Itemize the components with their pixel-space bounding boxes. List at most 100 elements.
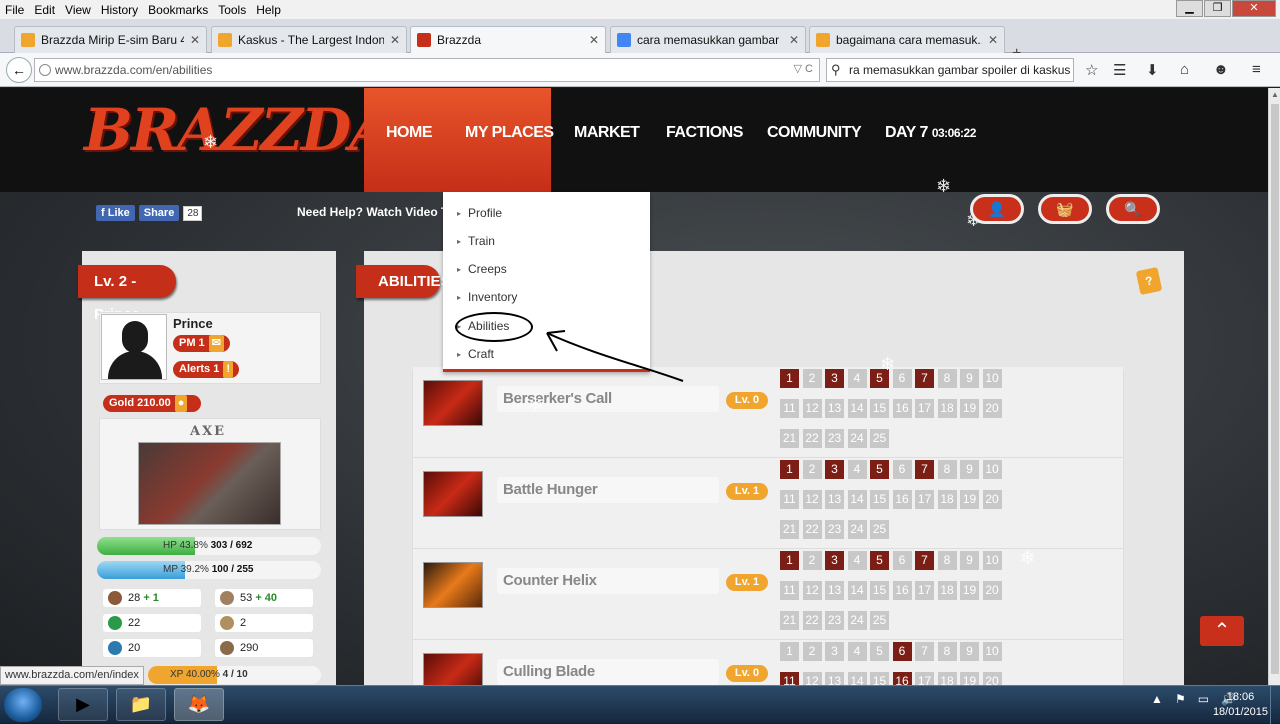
ability-level-cell[interactable]: 4 <box>847 369 867 388</box>
ability-level-cell[interactable]: 25 <box>870 520 889 539</box>
ability-level-cell[interactable]: 4 <box>847 551 867 570</box>
facebook-share-button[interactable]: Share <box>138 205 180 221</box>
ability-level-cell[interactable]: 22 <box>802 611 822 630</box>
ability-level-cell[interactable]: 6 <box>892 551 912 570</box>
nav-community[interactable]: COMMUNITY <box>767 124 862 142</box>
ability-level-cell[interactable]: 5 <box>870 460 889 479</box>
ability-level-cell[interactable]: 9 <box>960 642 979 661</box>
ability-icon[interactable] <box>423 471 483 517</box>
ability-level-cell[interactable]: 2 <box>802 369 822 388</box>
ability-level-cell[interactable]: 1 <box>780 369 799 388</box>
ability-level-cell[interactable]: 14 <box>847 581 867 600</box>
ability-level-cell[interactable]: 3 <box>825 460 844 479</box>
ability-name[interactable]: Counter Helix <box>497 568 719 594</box>
home-icon[interactable]: ⌂ <box>1180 61 1189 78</box>
dropdown-item-creeps[interactable]: Creeps <box>457 262 507 276</box>
ability-level-cell[interactable]: 7 <box>915 551 934 570</box>
ability-level-cell[interactable]: 17 <box>915 490 934 509</box>
ability-level-cell[interactable]: 24 <box>847 429 867 448</box>
ability-level-cell[interactable]: 19 <box>960 581 979 600</box>
ability-level-cell[interactable]: 9 <box>960 551 979 570</box>
ability-level-cell[interactable]: 2 <box>802 460 822 479</box>
ability-level-cell[interactable]: 16 <box>892 399 912 418</box>
clock[interactable]: 18:06 18/01/2015 <box>1213 690 1268 720</box>
ability-level-cell[interactable]: 2 <box>802 642 822 661</box>
network-icon[interactable]: ▭ <box>1198 692 1209 706</box>
ability-level-cell[interactable]: 1 <box>780 551 799 570</box>
ability-level-cell[interactable]: 18 <box>937 490 957 509</box>
ability-level-cell[interactable]: 14 <box>847 672 867 685</box>
ability-level-cell[interactable]: 20 <box>982 672 1002 685</box>
scroll-up-icon[interactable]: ▲ <box>1271 90 1279 99</box>
ability-icon[interactable] <box>423 562 483 608</box>
dropdown-item-inventory[interactable]: Inventory <box>457 290 517 304</box>
ability-level-cell[interactable]: 9 <box>960 369 979 388</box>
bookmark-star-icon[interactable]: ☆ <box>1085 61 1098 79</box>
ability-level-cell[interactable]: 13 <box>825 581 844 600</box>
nav-market[interactable]: MARKET <box>574 124 640 142</box>
tab-close-icon[interactable]: ✕ <box>190 33 200 47</box>
ability-level-cell[interactable]: 24 <box>847 611 867 630</box>
tab-close-icon[interactable]: ✕ <box>390 33 400 47</box>
ability-level-cell[interactable]: 12 <box>802 581 822 600</box>
scroll-to-top-button[interactable]: ⌃ <box>1200 616 1244 646</box>
ability-level-cell[interactable]: 16 <box>892 581 912 600</box>
nav-factions[interactable]: FACTIONS <box>666 124 743 142</box>
ability-level-cell[interactable]: 16 <box>892 672 912 685</box>
ability-level-cell[interactable]: 15 <box>870 399 889 418</box>
ability-level-cell[interactable]: 15 <box>870 581 889 600</box>
ability-name[interactable]: Battle Hunger <box>497 477 719 503</box>
ability-level-cell[interactable]: 19 <box>960 490 979 509</box>
ability-level-cell[interactable]: 6 <box>892 369 912 388</box>
ability-level-cell[interactable]: 17 <box>915 672 934 685</box>
tab-kaskus[interactable]: Kaskus - The Largest Indon... ✕ <box>211 26 407 53</box>
menu-bookmarks[interactable]: Bookmarks <box>143 3 213 17</box>
ability-level-cell[interactable]: 2 <box>802 551 822 570</box>
ability-level-cell[interactable]: 8 <box>937 551 957 570</box>
url-bar[interactable]: www.brazzda.com/en/abilities ▽ C <box>34 58 820 82</box>
tab-brazzda[interactable]: Brazzda ✕ <box>410 26 606 53</box>
ability-level-cell[interactable]: 17 <box>915 399 934 418</box>
hamburger-menu-icon[interactable]: ≡ <box>1252 61 1261 78</box>
menu-view[interactable]: View <box>60 3 96 17</box>
tray-expand-icon[interactable]: ▲ <box>1151 692 1163 706</box>
close-icon[interactable]: ✕ <box>1232 0 1276 17</box>
ability-name[interactable]: Culling Blade <box>497 659 719 685</box>
ability-level-cell[interactable]: 23 <box>825 611 844 630</box>
nav-home[interactable]: HOME <box>386 124 433 142</box>
player-name[interactable]: Prince <box>173 316 213 331</box>
ability-level-cell[interactable]: 25 <box>870 429 889 448</box>
page-scrollbar[interactable]: ▲ <box>1268 88 1280 685</box>
site-logo[interactable]: BRAZZDA <box>84 96 394 164</box>
ability-level-cell[interactable]: 14 <box>847 490 867 509</box>
ability-level-cell[interactable]: 11 <box>780 399 799 418</box>
ability-level-cell[interactable]: 19 <box>960 399 979 418</box>
file-explorer-icon[interactable]: 📁 <box>116 688 166 721</box>
menu-tools[interactable]: Tools <box>213 3 251 17</box>
search-bar[interactable]: ⚲ ra memasukkan gambar spoiler di kaskus <box>826 58 1074 82</box>
ability-level-cell[interactable]: 18 <box>937 581 957 600</box>
ability-level-cell[interactable]: 18 <box>937 399 957 418</box>
tab-close-icon[interactable]: ✕ <box>589 33 599 47</box>
ability-level-cell[interactable]: 13 <box>825 399 844 418</box>
avatar[interactable] <box>101 314 167 380</box>
facebook-like-button[interactable]: f Like <box>96 205 135 221</box>
ability-level-cell[interactable]: 15 <box>870 490 889 509</box>
ability-level-cell[interactable]: 21 <box>780 429 799 448</box>
ability-level-cell[interactable]: 22 <box>802 429 822 448</box>
ability-level-cell[interactable]: 18 <box>937 672 957 685</box>
ability-level-cell[interactable]: 13 <box>825 490 844 509</box>
menu-help[interactable]: Help <box>251 3 286 17</box>
ability-level-cell[interactable]: 11 <box>780 672 799 685</box>
tab-brazzda-mirip[interactable]: Brazzda Mirip E-sim Baru 4 ... ✕ <box>14 26 207 53</box>
ability-level-cell[interactable]: 20 <box>982 399 1002 418</box>
ability-level-cell[interactable]: 5 <box>870 642 889 661</box>
ability-level-cell[interactable]: 7 <box>915 460 934 479</box>
ability-level-cell[interactable]: 22 <box>802 520 822 539</box>
download-icon[interactable]: ⬇ <box>1146 61 1159 79</box>
tab-close-icon[interactable]: ✕ <box>789 33 799 47</box>
ability-level-cell[interactable]: 4 <box>847 460 867 479</box>
tab-cara-memasukkan[interactable]: cara memasukkan gambar ... ✕ <box>610 26 806 53</box>
ability-level-cell[interactable]: 4 <box>847 642 867 661</box>
tab-bagaimana[interactable]: bagaimana cara memasuk... ✕ <box>809 26 1005 53</box>
